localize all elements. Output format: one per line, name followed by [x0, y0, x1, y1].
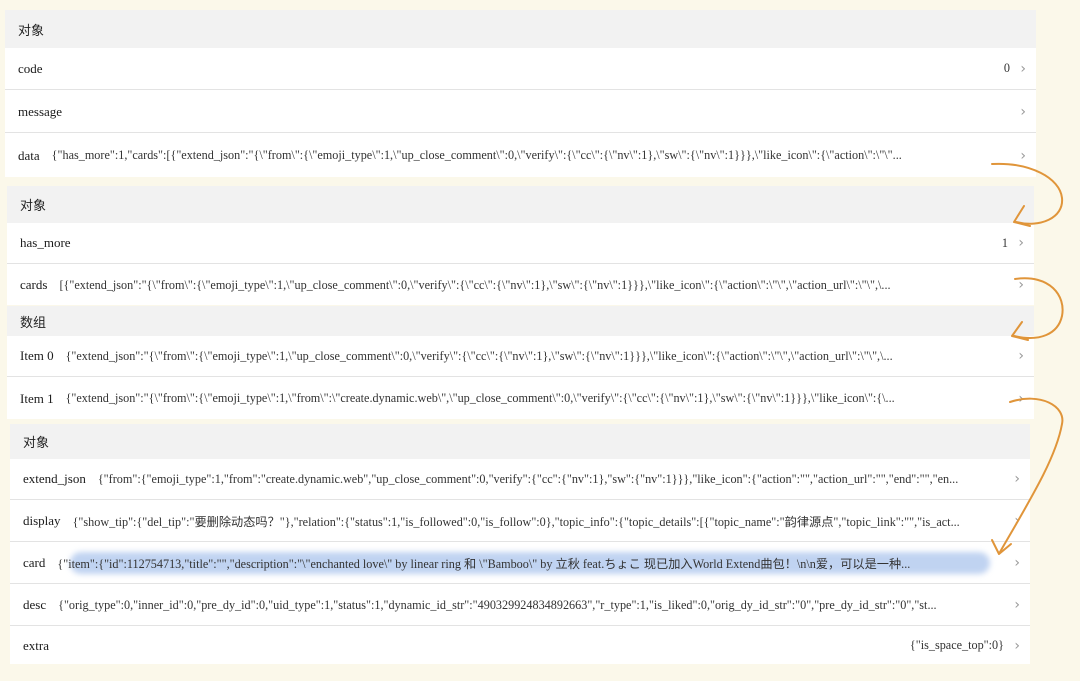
row-value: {"from":{"emoji_type":1,"from":"create.d… [97, 471, 959, 486]
chevron-right-icon: › [1014, 513, 1020, 529]
row-card[interactable]: card {"item":{"id":112754713,"title":"",… [10, 543, 1030, 584]
row-key: data [18, 147, 40, 163]
panel-cards-array: 数组 Item 0 {"extend_json":"{\"from\":{\"e… [7, 306, 1034, 419]
row-value: {"is_space_top":0} [909, 638, 1004, 652]
row-item-0[interactable]: Item 0 {"extend_json":"{\"from\":{\"emoj… [7, 336, 1034, 377]
section-header-object: 对象 [5, 10, 1036, 48]
row-key: display [23, 513, 61, 528]
chevron-right-icon: › [1014, 597, 1020, 613]
row-value: 1 [1001, 235, 1008, 250]
chevron-right-icon: › [1020, 147, 1026, 164]
panel-data-object: 对象 has_more 1 › cards [{"extend_json":"{… [7, 186, 1034, 305]
row-value: {"orig_type":0,"inner_id":0,"pre_dy_id":… [58, 597, 937, 612]
chevron-right-icon: › [1014, 471, 1020, 487]
row-value: {"item":{"id":112754713,"title":"","desc… [57, 557, 911, 571]
row-key: card [23, 555, 46, 570]
row-value: {"has_more":1,"cards":[{"extend_json":"{… [51, 148, 902, 162]
chevron-right-icon: › [1018, 348, 1024, 364]
panel-item-object: 对象 extend_json {"from":{"emoji_type":1,"… [10, 424, 1030, 664]
panel-root-object: 对象 code 0 › message › data {"has_more":1… [5, 10, 1036, 177]
row-data[interactable]: data {"has_more":1,"cards":[{"extend_jso… [5, 134, 1036, 177]
row-key: Item 0 [20, 348, 54, 363]
chevron-right-icon: › [1020, 60, 1026, 77]
row-key: has_more [20, 235, 71, 250]
row-value: {"extend_json":"{\"from\":{\"emoji_type\… [65, 348, 893, 363]
section-header-object: 对象 [7, 186, 1034, 223]
row-item-1[interactable]: Item 1 {"extend_json":"{\"from\":{\"emoj… [7, 378, 1034, 419]
row-key: message [18, 103, 63, 119]
row-value: {"extend_json":"{\"from\":{\"emoji_type\… [65, 391, 895, 405]
section-header-array: 数组 [7, 306, 1034, 336]
row-extend-json[interactable]: extend_json {"from":{"emoji_type":1,"fro… [10, 459, 1030, 500]
chevron-right-icon: › [1018, 277, 1024, 293]
row-cards[interactable]: cards [{"extend_json":"{\"from\":{\"emoj… [7, 265, 1034, 305]
section-header-object: 对象 [10, 424, 1030, 459]
row-desc[interactable]: desc {"orig_type":0,"inner_id":0,"pre_dy… [10, 585, 1030, 626]
row-value: [{"extend_json":"{\"from\":{\"emoji_type… [59, 277, 891, 292]
chevron-right-icon: › [1014, 555, 1020, 571]
chevron-right-icon: › [1018, 235, 1024, 251]
chevron-right-icon: › [1018, 390, 1024, 407]
row-key: desc [23, 597, 47, 612]
row-message[interactable]: message › [5, 91, 1036, 133]
row-key: extra [23, 637, 49, 653]
row-extra[interactable]: extra {"is_space_top":0} › [10, 627, 1030, 664]
row-value: {"show_tip":{"del_tip":"要删除动态吗？"},"relat… [72, 515, 960, 529]
chevron-right-icon: › [1014, 637, 1020, 654]
row-key: extend_json [23, 471, 86, 486]
row-code[interactable]: code 0 › [5, 48, 1036, 90]
row-key: code [18, 60, 43, 76]
row-display[interactable]: display {"show_tip":{"del_tip":"要删除动态吗？"… [10, 501, 1030, 542]
row-key: cards [20, 277, 48, 292]
row-value: 0 [1003, 61, 1010, 75]
row-key: Item 1 [20, 390, 54, 406]
chevron-right-icon: › [1020, 103, 1026, 120]
row-has-more[interactable]: has_more 1 › [7, 223, 1034, 264]
